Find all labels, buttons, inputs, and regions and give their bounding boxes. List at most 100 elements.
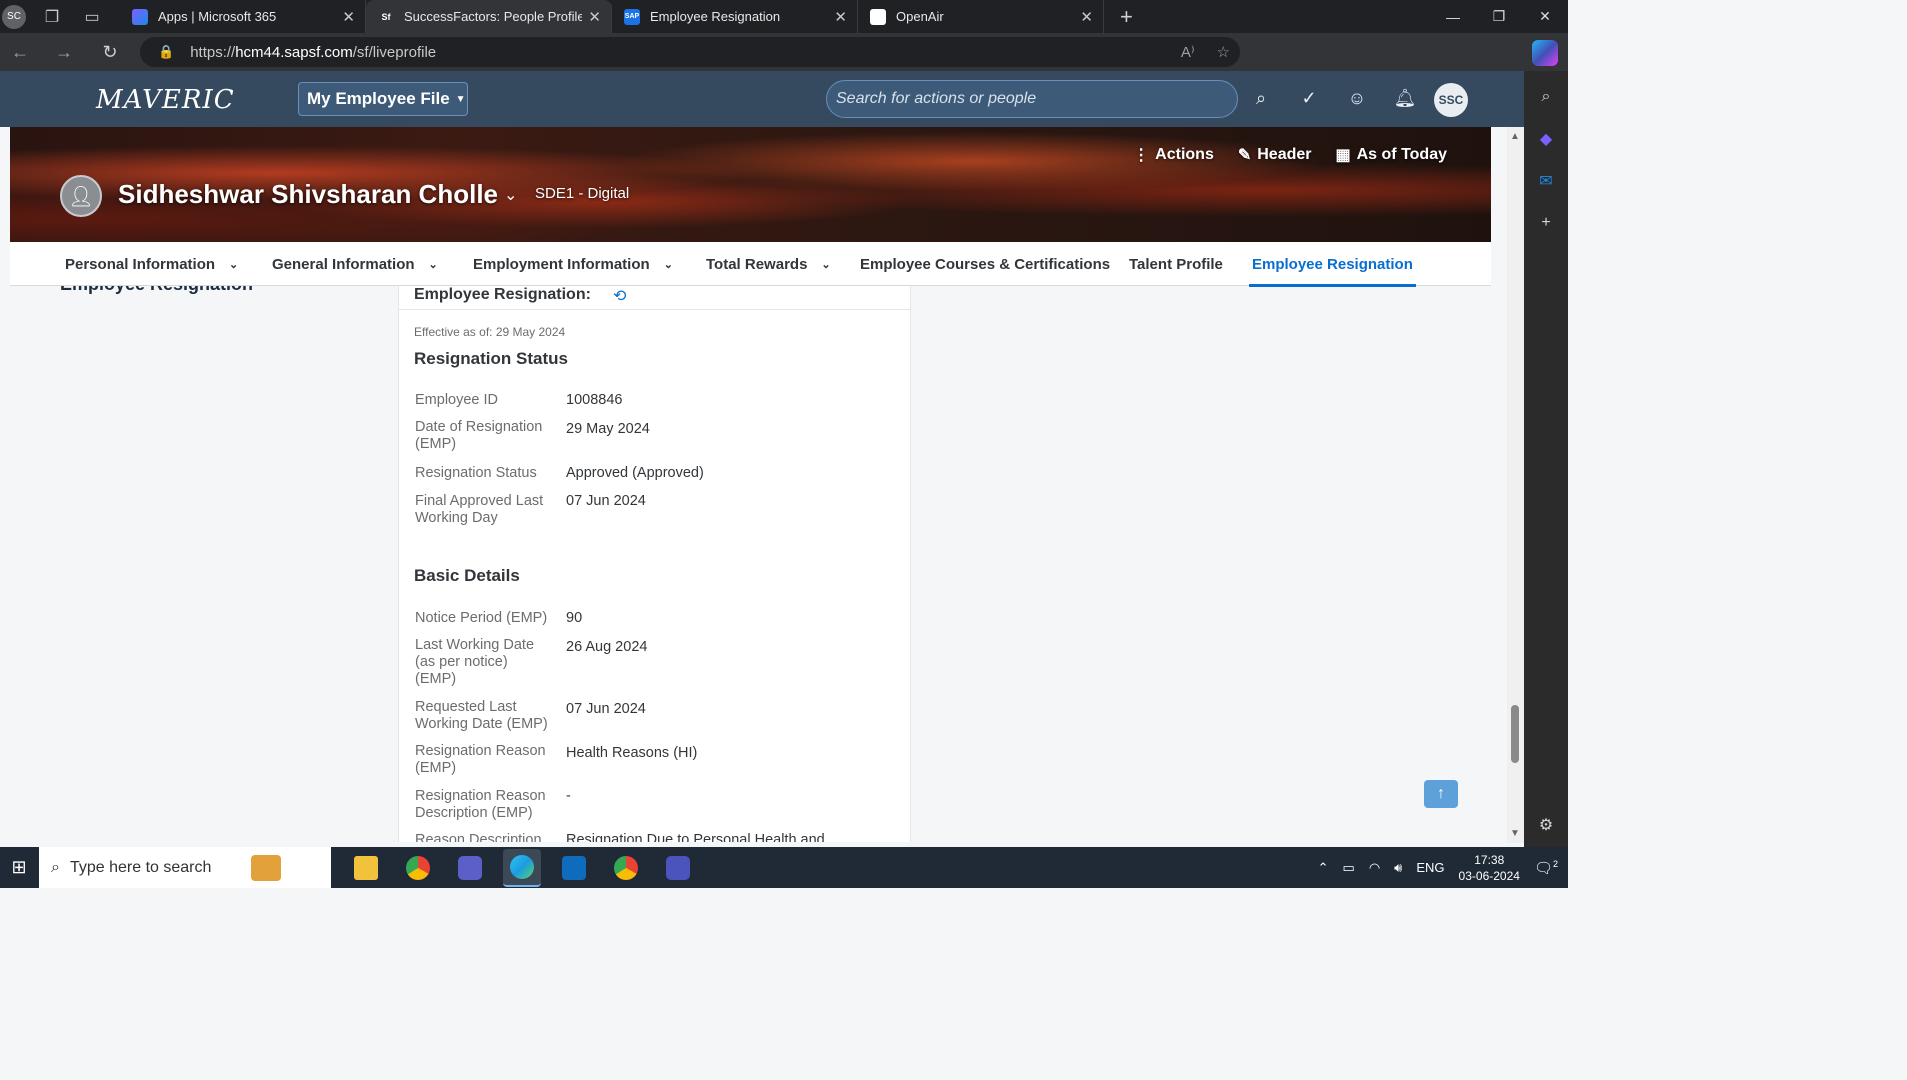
tab-total-rewards[interactable]: Total Rewards ⌄ xyxy=(706,242,831,286)
browser-profile-avatar[interactable]: SC xyxy=(2,4,26,29)
actions-button[interactable]: ⋮ Actions xyxy=(1133,145,1214,165)
chevron-down-icon[interactable]: ⌄ xyxy=(504,185,517,205)
restore-icon[interactable]: ❐ xyxy=(1476,0,1522,33)
field-value: 90 xyxy=(566,610,583,626)
field-label: Date of Resignation (EMP) xyxy=(415,419,543,452)
chrome-profile-icon[interactable] xyxy=(607,849,645,887)
module-menu-button[interactable]: My Employee File ▼ xyxy=(298,82,468,116)
notification-center-icon[interactable]: 🗨︎2 xyxy=(1534,859,1558,877)
favorite-star-icon[interactable]: ☆ xyxy=(1217,43,1230,61)
copilot-icon[interactable] xyxy=(1532,40,1558,66)
caret-down-icon: ▼ xyxy=(455,93,466,105)
more-vertical-icon: ⋮ xyxy=(1133,147,1150,164)
forward-icon[interactable]: → xyxy=(44,33,84,71)
workspaces-icon[interactable]: ❐ xyxy=(38,3,66,31)
file-explorer-icon[interactable] xyxy=(347,849,385,887)
scroll-up-icon[interactable]: ▲ xyxy=(1510,131,1520,142)
new-tab-icon[interactable]: + xyxy=(1120,4,1133,30)
job-title: SDE1 - Digital xyxy=(535,185,630,202)
scroll-to-top-button[interactable]: ↑ xyxy=(1424,780,1458,808)
sidebar-outlook-icon[interactable]: ✉ xyxy=(1534,169,1558,193)
employee-name: Sidheshwar Shivsharan Cholle xyxy=(118,179,498,209)
window-close-icon[interactable]: ✕ xyxy=(1522,0,1568,33)
field-value: Resignation Due to Personal Health and xyxy=(566,832,825,842)
battery-icon[interactable]: ▭ xyxy=(1343,860,1355,876)
tab-personal-information[interactable]: Personal Information ⌄ xyxy=(65,242,238,286)
teams-icon[interactable] xyxy=(451,849,489,887)
chevron-down-icon: ⌄ xyxy=(821,258,831,271)
as-of-today-button[interactable]: ▦ As of Today xyxy=(1336,145,1448,165)
browser-tab-successfactors[interactable]: Sf SuccessFactors: People Profile for ✕ xyxy=(366,0,612,33)
back-icon[interactable]: ← xyxy=(0,33,40,71)
sidebar-settings-icon[interactable]: ⚙ xyxy=(1534,813,1558,837)
tab-employment-information[interactable]: Employment Information ⌄ xyxy=(473,242,673,286)
teams-work-icon[interactable] xyxy=(659,849,697,887)
minimize-icon[interactable]: — xyxy=(1430,0,1476,33)
sidebar-search-icon[interactable]: ⌕ xyxy=(1534,85,1558,109)
notification-count: 2 xyxy=(1552,858,1558,869)
scrollbar-thumb[interactable] xyxy=(1511,705,1519,763)
module-menu-label: My Employee File xyxy=(307,89,450,108)
close-tab-icon[interactable]: ✕ xyxy=(1080,8,1093,26)
calendar-icon: ▦ xyxy=(1335,147,1351,164)
tray-chevron-up-icon[interactable]: ⌃ xyxy=(1318,860,1329,876)
tab-general-information[interactable]: General Information ⌄ xyxy=(272,242,438,286)
person-icon[interactable]: 👤︎ xyxy=(60,175,102,217)
chrome-icon[interactable] xyxy=(399,849,437,887)
close-tab-icon[interactable]: ✕ xyxy=(834,8,847,26)
edge-icon[interactable] xyxy=(503,848,541,887)
sf-shell-header: MAVERIC My Employee File ▼ Search for ac… xyxy=(0,71,1524,127)
clock-time: 17:38 xyxy=(1474,852,1505,867)
field-value: 29 May 2024 xyxy=(566,421,650,437)
tab-title: Apps | Microsoft 365 xyxy=(158,9,277,24)
tab-actions-icon[interactable]: ▭ xyxy=(78,3,106,31)
banner-actions: ⋮ Actions ✎ Header ▦ As of Today xyxy=(1133,145,1447,165)
group-title-resignation-status: Resignation Status xyxy=(414,349,568,368)
read-aloud-icon[interactable]: A⁾ xyxy=(1181,43,1195,61)
briefcase-icon xyxy=(251,854,282,881)
url-field[interactable]: 🔒 https://hcm44.sapsf.com/sf/liveprofile… xyxy=(140,37,1240,67)
company-logo[interactable]: MAVERIC xyxy=(96,85,235,115)
effective-date: Effective as of: 29 May 2024 xyxy=(414,325,566,339)
close-tab-icon[interactable]: ✕ xyxy=(342,8,355,26)
language-indicator[interactable]: ENG xyxy=(1416,860,1444,875)
windows-start-icon[interactable]: ⊞ xyxy=(0,847,38,888)
history-icon[interactable]: ⟲ xyxy=(613,286,626,306)
field-label: Resignation Reason (EMP) xyxy=(415,743,546,776)
user-avatar[interactable]: SSC xyxy=(1434,83,1468,117)
header-button[interactable]: ✎ Header xyxy=(1238,145,1312,165)
browser-tab-openair[interactable]: OpenAir ✕ xyxy=(858,0,1104,33)
group-title-basic-details: Basic Details xyxy=(414,566,520,585)
field-value: - xyxy=(566,788,571,804)
field-label: Resignation Status xyxy=(415,465,537,481)
windows-taskbar: ⊞ ⌕ Type here to search ⌃ ▭ ◠ 🔊︎ ENG 17:… xyxy=(0,847,1568,888)
taskbar-search-input[interactable]: ⌕ Type here to search xyxy=(39,847,331,888)
browser-tab-employee-resignation[interactable]: SAP Employee Resignation ✕ xyxy=(612,0,858,33)
outlook-icon[interactable] xyxy=(555,849,593,887)
volume-icon[interactable]: 🔊︎ xyxy=(1394,860,1402,876)
taskbar-search-placeholder: Type here to search xyxy=(69,858,212,876)
section-tab-bar: Personal Information ⌄ General Informatio… xyxy=(10,242,1491,287)
tab-talent-profile[interactable]: Talent Profile xyxy=(1129,242,1223,286)
sidebar-copilot-icon[interactable]: ◆ xyxy=(1534,127,1558,151)
sidebar-add-icon[interactable]: + xyxy=(1534,211,1558,235)
joule-assistant-icon[interactable]: ☺ xyxy=(1344,85,1370,111)
tab-employee-courses-certifications[interactable]: Employee Courses & Certifications xyxy=(860,242,1110,286)
refresh-icon[interactable]: ↻ xyxy=(90,33,130,71)
browser-tab-microsoft365[interactable]: Apps | Microsoft 365 ✕ xyxy=(120,0,366,33)
close-tab-icon[interactable]: ✕ xyxy=(588,8,601,26)
todo-check-icon[interactable]: ✓ xyxy=(1296,85,1322,111)
wifi-icon[interactable]: ◠ xyxy=(1369,860,1380,876)
page-scrollbar[interactable]: ▲ ▼ xyxy=(1507,127,1524,843)
notifications-bell-icon[interactable]: 🔔︎ xyxy=(1392,85,1418,111)
tab-employee-resignation[interactable]: Employee Resignation xyxy=(1249,242,1416,287)
card-title: Employee Resignation: xyxy=(414,286,591,303)
edge-sidebar: ⌕ ◆ ✉ + ⚙ xyxy=(1524,71,1568,847)
openair-favicon-icon xyxy=(870,8,886,25)
search-icon[interactable]: ⌕ xyxy=(1248,85,1274,111)
header-icons: ⌕ ✓ ☺ 🔔︎ xyxy=(1248,85,1418,111)
clock[interactable]: 17:38 03-06-2024 xyxy=(1459,852,1520,884)
field-label: Employee ID xyxy=(415,392,499,408)
scroll-down-icon[interactable]: ▼ xyxy=(1510,828,1520,839)
actions-people-search-input[interactable]: Search for actions or people xyxy=(826,80,1238,118)
